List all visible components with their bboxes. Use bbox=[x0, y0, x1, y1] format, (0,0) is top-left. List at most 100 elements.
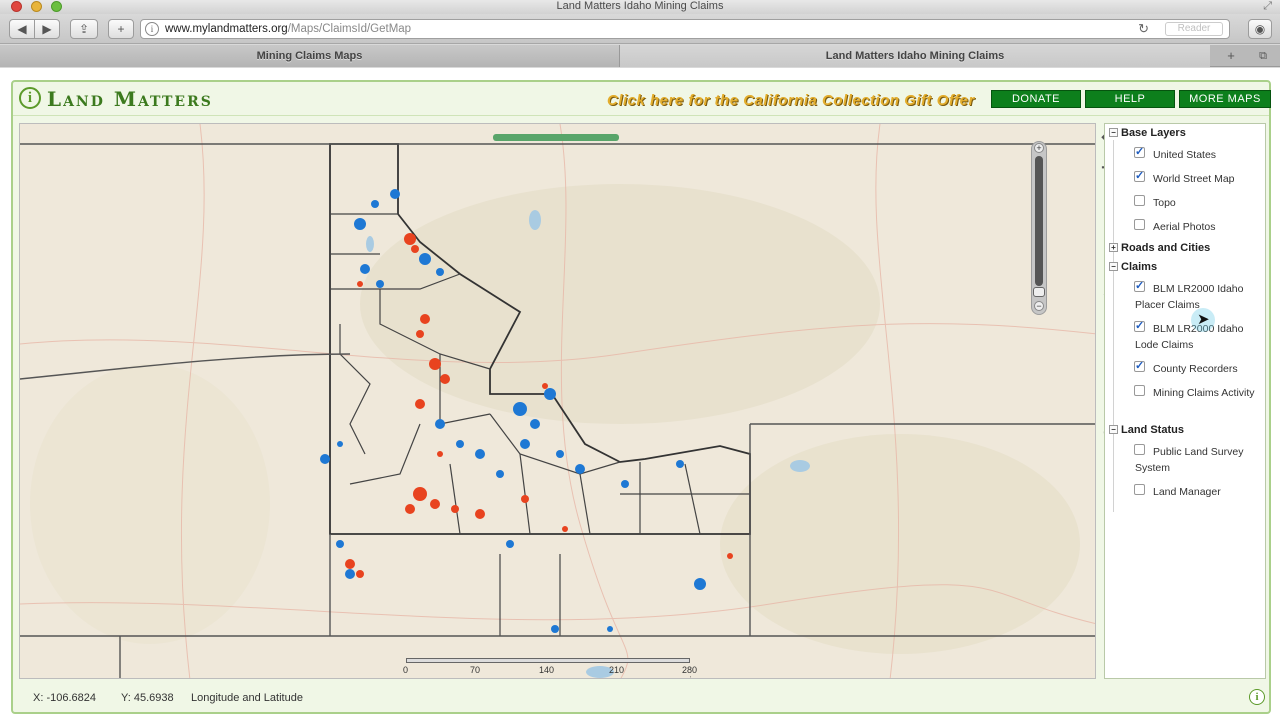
fullscreen-icon[interactable]: ⤢ bbox=[1263, 0, 1272, 13]
zoom-handle[interactable] bbox=[1033, 287, 1045, 297]
back-button[interactable]: ◀ bbox=[9, 19, 35, 39]
url-text: www.mylandmatters.org/Maps/ClaimsId/GetM… bbox=[165, 20, 411, 38]
minimize-window-button[interactable] bbox=[31, 1, 42, 12]
group-base-layers[interactable]: − Base Layers bbox=[1109, 127, 1186, 139]
more-maps-button[interactable]: MORE MAPS bbox=[1179, 90, 1271, 108]
group-roads-and-cities[interactable]: + Roads and Cities bbox=[1109, 242, 1210, 254]
share-button[interactable]: ⇪ bbox=[70, 19, 98, 39]
mouse-cursor: ➤ bbox=[1191, 308, 1215, 332]
share-icon: ⇪ bbox=[78, 22, 90, 36]
close-window-button[interactable] bbox=[11, 1, 22, 12]
zoom-in-small-button[interactable]: + bbox=[1034, 143, 1044, 153]
zoom-window-button[interactable] bbox=[51, 1, 62, 12]
url-path: /Maps/ClaimsId/GetMap bbox=[287, 23, 412, 35]
tab-overview-icon: ⧉ bbox=[1259, 50, 1267, 62]
map-attribution[interactable] bbox=[493, 134, 619, 141]
tab-land-matters-idaho[interactable]: Land Matters Idaho Mining Claims bbox=[620, 45, 1210, 67]
layer-label: County Recorders bbox=[1153, 363, 1238, 375]
plus-icon: + bbox=[117, 22, 125, 36]
url-host: www.mylandmatters.org bbox=[165, 23, 288, 35]
donate-button[interactable]: DONATE bbox=[991, 90, 1081, 108]
layer-land-manager[interactable]: Land Manager bbox=[1134, 484, 1263, 500]
checkbox-unchecked[interactable] bbox=[1134, 385, 1145, 396]
coordinate-units: Longitude and Latitude bbox=[191, 692, 303, 704]
status-bar: X: -106.6824 Y: 45.6938 Longitude and La… bbox=[13, 686, 1269, 712]
layer-label: Topo bbox=[1153, 197, 1176, 209]
forward-button[interactable]: ▶ bbox=[34, 19, 60, 39]
layer-aerial-photos[interactable]: Aerial Photos bbox=[1134, 219, 1263, 235]
info-icon[interactable]: i bbox=[1249, 689, 1265, 705]
checkbox-checked[interactable]: ✓ bbox=[1134, 281, 1145, 292]
scale-label: 280 mi bbox=[682, 665, 698, 678]
group-claims[interactable]: − Claims bbox=[1109, 261, 1157, 273]
layer-county-recorders[interactable]: ✓ County Recorders bbox=[1134, 361, 1263, 377]
window-titlebar: Land Matters Idaho Mining Claims ⤢ bbox=[0, 0, 1280, 14]
layer-topo[interactable]: Topo bbox=[1134, 195, 1263, 211]
reload-icon[interactable]: ↻ bbox=[1138, 20, 1149, 38]
collapse-icon[interactable]: − bbox=[1109, 128, 1118, 137]
layer-public-land-survey[interactable]: Public Land Survey System bbox=[1134, 444, 1263, 476]
layer-label: United States bbox=[1153, 149, 1217, 161]
scale-label: 0 bbox=[403, 665, 409, 675]
layer-label: Land Manager bbox=[1153, 486, 1221, 498]
checkbox-unchecked[interactable] bbox=[1134, 444, 1145, 455]
layer-mining-claims-activity[interactable]: Mining Claims Activity bbox=[1134, 385, 1263, 401]
web-page: i Land Matters Click here for the Califo… bbox=[0, 68, 1280, 720]
address-bar[interactable]: i www.mylandmatters.org/Maps/ClaimsId/Ge… bbox=[140, 19, 1230, 39]
checkbox-unchecked[interactable] bbox=[1134, 195, 1145, 206]
coordinate-x: X: -106.6824 bbox=[33, 692, 96, 704]
map-viewport[interactable]: + − 0 70 140 210 280 mi bbox=[19, 123, 1096, 679]
group-title: Roads and Cities bbox=[1121, 242, 1211, 254]
checkbox-checked[interactable]: ✓ bbox=[1134, 361, 1145, 372]
collapse-icon[interactable]: − bbox=[1109, 262, 1118, 271]
collapse-icon[interactable]: − bbox=[1109, 425, 1118, 434]
new-tab-button[interactable]: + bbox=[108, 19, 134, 39]
group-title: Base Layers bbox=[1121, 127, 1186, 139]
california-gift-offer-link[interactable]: Click here for the California Collection… bbox=[607, 92, 975, 109]
group-land-status[interactable]: − Land Status bbox=[1109, 424, 1184, 436]
site-info-icon[interactable]: i bbox=[145, 22, 159, 36]
zoom-out-small-button[interactable]: − bbox=[1034, 301, 1044, 311]
forward-arrow-icon: ▶ bbox=[42, 22, 52, 36]
scale-label: 70 bbox=[470, 665, 481, 675]
tab-mining-claims-maps[interactable]: Mining Claims Maps bbox=[0, 45, 620, 67]
group-title: Claims bbox=[1121, 261, 1158, 273]
layer-panel: − Base Layers ✓ United States ✓ World Stree… bbox=[1104, 123, 1266, 679]
reader-button[interactable]: Reader bbox=[1165, 22, 1223, 36]
tab-overview-button[interactable]: ⧉ bbox=[1250, 48, 1276, 64]
app-header: i Land Matters Click here for the Califo… bbox=[13, 82, 1271, 116]
zoom-track[interactable] bbox=[1035, 156, 1043, 286]
downloads-button[interactable]: ◉ bbox=[1248, 19, 1272, 39]
back-arrow-icon: ◀ bbox=[17, 22, 27, 36]
tab-bar: Mining Claims Maps Land Matters Idaho Mi… bbox=[0, 45, 1280, 67]
zoom-slider[interactable]: + − bbox=[1031, 141, 1047, 315]
checkbox-checked[interactable]: ✓ bbox=[1134, 171, 1145, 182]
layer-label: Mining Claims Activity bbox=[1153, 387, 1255, 399]
coordinate-y: Y: 45.6938 bbox=[121, 692, 174, 704]
checkbox-checked[interactable]: ✓ bbox=[1134, 147, 1145, 158]
info-logo-icon: i bbox=[19, 87, 41, 109]
add-tab-button[interactable]: + bbox=[1218, 48, 1244, 64]
download-icon: ◉ bbox=[1254, 22, 1266, 36]
layer-world-street-map[interactable]: ✓ World Street Map bbox=[1134, 171, 1263, 187]
plus-icon: + bbox=[1227, 48, 1235, 63]
expand-icon[interactable]: + bbox=[1109, 243, 1118, 252]
layer-label: World Street Map bbox=[1153, 173, 1235, 185]
scale-label: 210 bbox=[609, 665, 625, 675]
map-canvas bbox=[20, 124, 1095, 678]
checkbox-unchecked[interactable] bbox=[1134, 484, 1145, 495]
cursor-arrow-icon: ➤ bbox=[1197, 311, 1210, 328]
scale-bar: 0 70 140 210 280 mi bbox=[403, 656, 697, 678]
layer-united-states[interactable]: ✓ United States bbox=[1134, 147, 1263, 163]
scale-label: 140 bbox=[539, 665, 555, 675]
checkbox-checked[interactable]: ✓ bbox=[1134, 321, 1145, 332]
scale-line bbox=[406, 658, 690, 663]
window-title: Land Matters Idaho Mining Claims bbox=[556, 0, 724, 12]
app-frame: i Land Matters Click here for the Califo… bbox=[11, 80, 1271, 714]
group-title: Land Status bbox=[1121, 424, 1184, 436]
tree-line bbox=[1113, 140, 1114, 512]
help-button[interactable]: HELP bbox=[1085, 90, 1175, 108]
layer-label: Public Land Survey System bbox=[1135, 446, 1244, 474]
brand-title[interactable]: Land Matters bbox=[47, 87, 213, 111]
checkbox-unchecked[interactable] bbox=[1134, 219, 1145, 230]
